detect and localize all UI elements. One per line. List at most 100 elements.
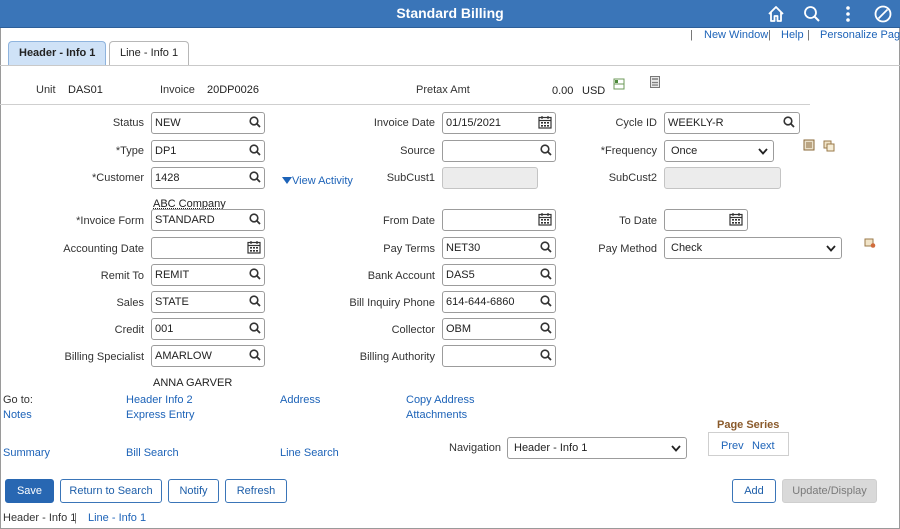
- calendar-icon[interactable]: [729, 212, 745, 228]
- pay-terms-label: Pay Terms: [383, 243, 435, 255]
- footer-line-info-1-link[interactable]: Line - Info 1: [88, 512, 146, 524]
- calendar-icon[interactable]: [538, 115, 554, 131]
- cycle-id-label: Cycle ID: [615, 117, 657, 129]
- billing-specialist-description: ANNA GARVER: [153, 377, 233, 389]
- calendar-icon[interactable]: [538, 212, 554, 228]
- prev-link[interactable]: Prev: [721, 440, 744, 452]
- source-label: Source: [400, 145, 435, 157]
- accounting-date-label: Accounting Date: [63, 243, 144, 255]
- calculator-icon[interactable]: [649, 76, 661, 88]
- tab-header-info-1[interactable]: Header - Info 1: [8, 41, 107, 65]
- navbar-icon[interactable]: [873, 4, 893, 24]
- invoice-form-label: *Invoice Form: [76, 215, 144, 227]
- invoice-date-label: Invoice Date: [373, 117, 435, 129]
- unit-label: Unit: [36, 84, 56, 96]
- pay-method-select[interactable]: Check: [664, 237, 842, 259]
- goto-label: Go to:: [3, 394, 33, 406]
- search-icon[interactable]: [248, 212, 264, 228]
- search-icon[interactable]: [248, 348, 264, 364]
- search-icon[interactable]: [248, 321, 264, 337]
- save-button[interactable]: Save: [5, 479, 54, 503]
- schedule-icon[interactable]: [803, 139, 815, 151]
- search-icon[interactable]: [539, 348, 555, 364]
- summary-link[interactable]: Summary: [3, 447, 50, 459]
- next-link[interactable]: Next: [752, 440, 775, 452]
- search-icon[interactable]: [539, 294, 555, 310]
- billing-specialist-label: Billing Specialist: [64, 351, 144, 363]
- address-link[interactable]: Address: [280, 394, 320, 406]
- footer-separator: |: [74, 512, 77, 524]
- search-icon[interactable]: [539, 321, 555, 337]
- subcust2-label: SubCust2: [608, 172, 657, 184]
- unit-value: DAS01: [68, 84, 103, 96]
- pay-method-label: Pay Method: [598, 243, 657, 255]
- search-icon[interactable]: [539, 267, 555, 283]
- search-icon[interactable]: [539, 240, 555, 256]
- notes-link[interactable]: Notes: [3, 409, 32, 421]
- calendar-icon[interactable]: [247, 240, 263, 256]
- pretax-amt-label: Pretax Amt: [416, 84, 470, 96]
- tab-line-info-1[interactable]: Line - Info 1: [109, 41, 190, 65]
- collector-label: Collector: [391, 324, 435, 336]
- pretax-amt-value: 0.00: [552, 85, 574, 97]
- invoice-label: Invoice: [160, 84, 195, 96]
- actions-menu-icon[interactable]: [838, 4, 858, 24]
- chevron-down-icon[interactable]: [757, 145, 769, 157]
- return-to-search-button[interactable]: Return to Search: [60, 479, 162, 503]
- line-search-link[interactable]: Line Search: [280, 447, 339, 459]
- search-icon[interactable]: [248, 170, 264, 186]
- notify-button[interactable]: Notify: [168, 479, 219, 503]
- refresh-button[interactable]: Refresh: [225, 479, 287, 503]
- bank-account-label: Bank Account: [367, 270, 435, 282]
- triangle-down-icon[interactable]: [282, 176, 292, 184]
- page-title: Standard Billing: [396, 5, 504, 21]
- subcust1-field: [442, 167, 538, 189]
- link-separator: |: [690, 29, 693, 41]
- invoice-value: 20DP0026: [207, 84, 259, 96]
- new-window-link[interactable]: New Window: [704, 29, 768, 41]
- home-icon[interactable]: [766, 4, 786, 24]
- header-divider: [0, 104, 810, 105]
- link-separator: |: [768, 29, 771, 41]
- chevron-down-icon[interactable]: [670, 442, 682, 454]
- express-entry-link[interactable]: Express Entry: [126, 409, 194, 421]
- header-info-2-link[interactable]: Header Info 2: [126, 394, 193, 406]
- to-date-label: To Date: [619, 215, 657, 227]
- spreadsheet-icon[interactable]: [613, 78, 625, 90]
- customer-label: *Customer: [92, 172, 144, 184]
- search-icon[interactable]: [248, 143, 264, 159]
- from-date-label: From Date: [383, 215, 435, 227]
- page-series-label: Page Series: [717, 419, 780, 431]
- search-icon[interactable]: [802, 4, 822, 24]
- navigation-select[interactable]: Header - Info 1: [507, 437, 687, 459]
- subcust1-label: SubCust1: [386, 172, 435, 184]
- update-display-button: Update/Display: [782, 479, 877, 503]
- type-label: *Type: [115, 145, 144, 157]
- add-button[interactable]: Add: [732, 479, 776, 503]
- billing-authority-label: Billing Authority: [359, 351, 435, 363]
- navigation-label: Navigation: [449, 442, 501, 454]
- attachments-link[interactable]: Attachments: [406, 409, 467, 421]
- subcust2-field: [664, 167, 781, 189]
- search-icon[interactable]: [248, 115, 264, 131]
- bill-inquiry-phone-label: Bill Inquiry Phone: [349, 297, 435, 309]
- frequency-label: *Frequency: [600, 145, 657, 157]
- tab-divider: [0, 65, 900, 66]
- remit-to-label: Remit To: [100, 270, 144, 282]
- search-icon[interactable]: [248, 294, 264, 310]
- payment-detail-icon[interactable]: [864, 237, 876, 249]
- copy-address-link[interactable]: Copy Address: [406, 394, 474, 406]
- sales-label: Sales: [116, 297, 144, 309]
- credit-label: Credit: [114, 324, 144, 336]
- cycle-id-field[interactable]: WEEKLY-R: [664, 112, 800, 134]
- personalize-page-link[interactable]: Personalize Page: [820, 29, 900, 41]
- search-icon[interactable]: [782, 115, 798, 131]
- help-link[interactable]: Help: [781, 29, 804, 41]
- chevron-down-icon[interactable]: [825, 242, 837, 254]
- footer-current-page: Header - Info 1: [3, 512, 77, 524]
- search-icon[interactable]: [248, 267, 264, 283]
- currency-code: USD: [582, 85, 606, 97]
- copy-icon[interactable]: [823, 140, 835, 152]
- search-icon[interactable]: [539, 143, 555, 159]
- bill-search-link[interactable]: Bill Search: [126, 447, 179, 459]
